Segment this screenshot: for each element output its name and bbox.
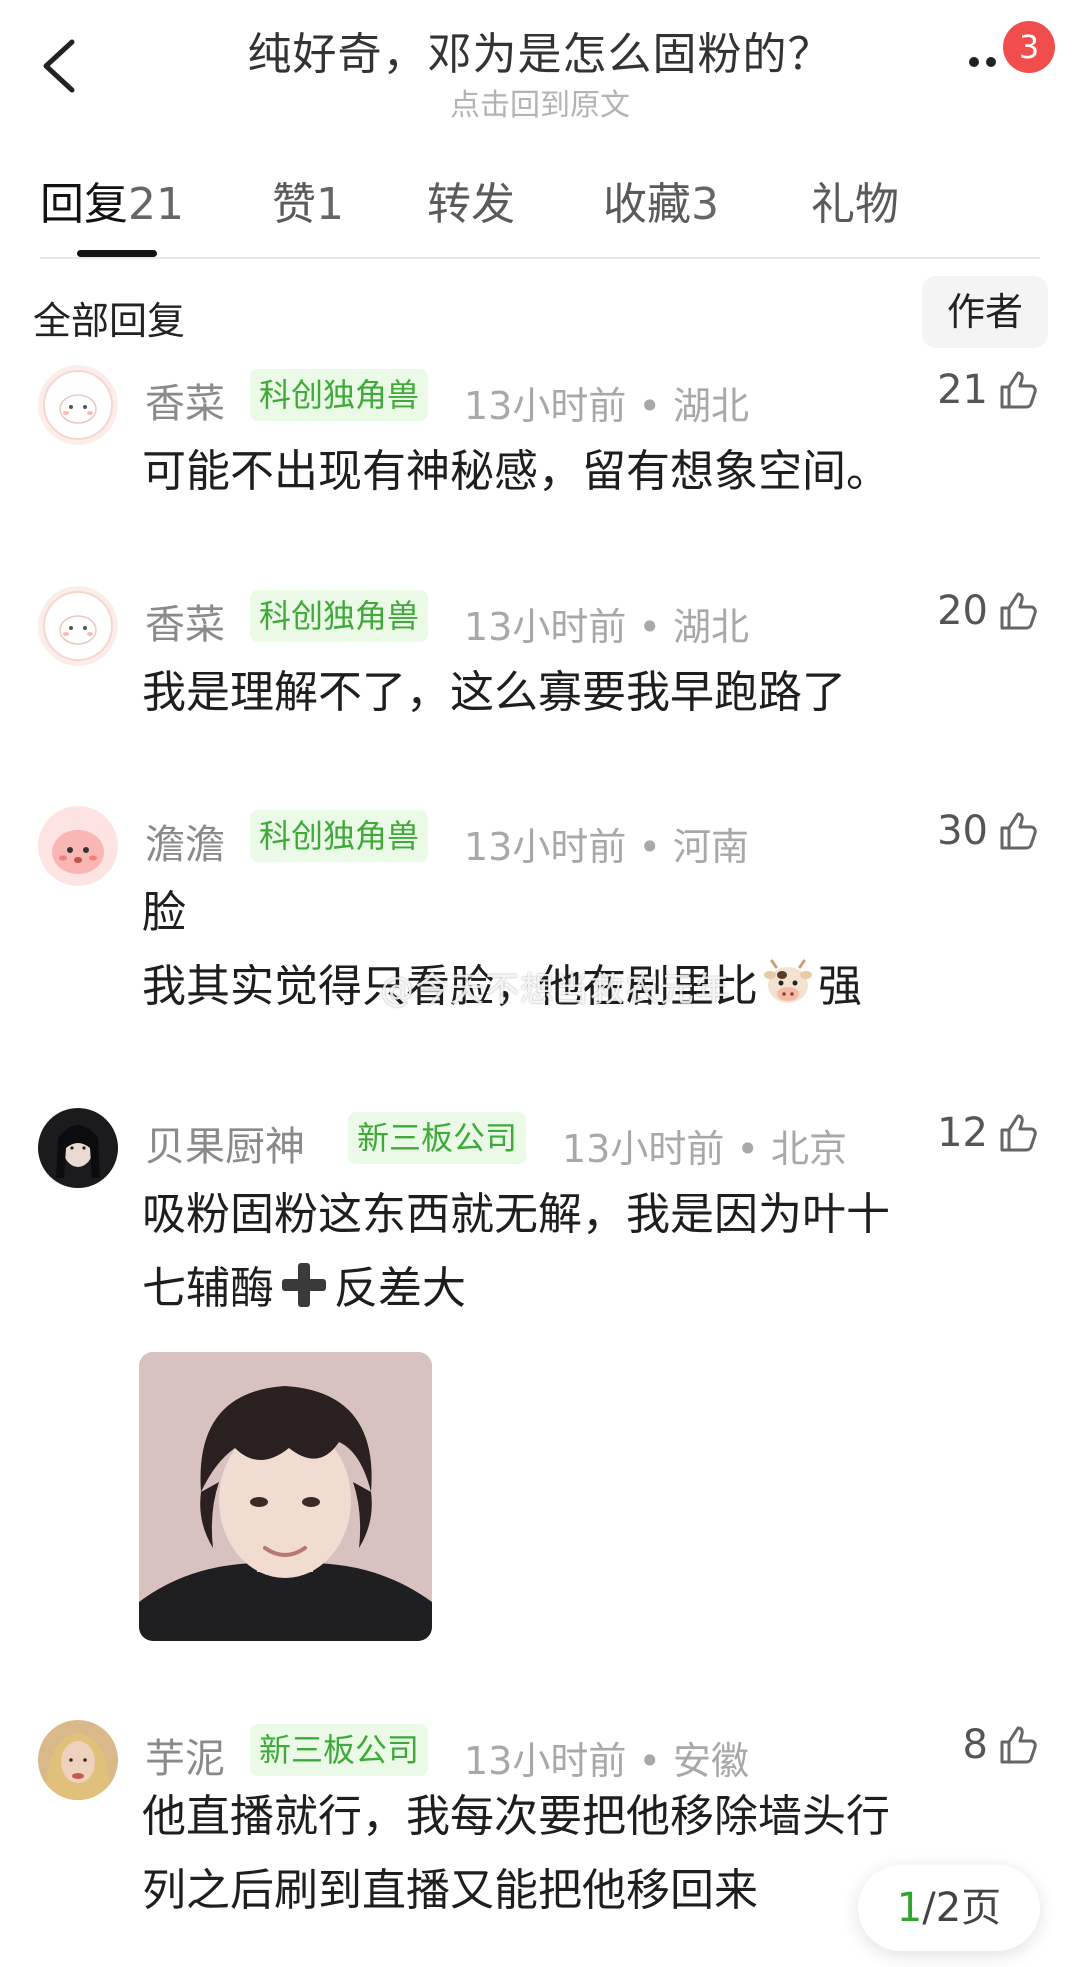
user-level-badge: 科创独角兽 <box>250 369 429 421</box>
comment-line: 强 <box>818 961 862 1012</box>
top-bar: 纯好奇，邓为是怎么固粉的？ 点击回到原文 3 <box>0 0 1080 130</box>
tab-divider <box>40 257 1040 259</box>
like-count: 12 <box>937 1110 988 1156</box>
avatar[interactable] <box>38 586 118 666</box>
comment-line: 我是理解不了，这么寡要我早跑路了 <box>142 667 846 718</box>
comment-attached-photo[interactable] <box>139 1352 432 1641</box>
page-indicator-button[interactable]: 1/2页 <box>858 1865 1040 1951</box>
comment-line: 反差大 <box>334 1263 466 1314</box>
like-button[interactable]: 8 <box>963 1720 1040 1770</box>
thumbs-up-icon <box>1000 1726 1037 1764</box>
like-button[interactable]: 21 <box>937 365 1040 415</box>
tab-reposts[interactable]: 转发 <box>427 168 515 232</box>
tab-count: 3 <box>691 179 719 230</box>
like-button[interactable]: 12 <box>937 1108 1040 1158</box>
comment-time: 13小时前 <box>464 1739 627 1783</box>
comment-time: 13小时前 <box>464 384 627 428</box>
tab-replies[interactable]: 回复21 <box>40 168 184 232</box>
username[interactable]: 香菜 <box>145 371 225 429</box>
avatar[interactable] <box>38 365 118 445</box>
user-level-badge: 新三板公司 <box>250 1724 429 1776</box>
comment-line: 脸 <box>142 887 186 938</box>
comment-line: 七辅酶 <box>142 1263 274 1314</box>
user-level-badge: 科创独角兽 <box>250 810 429 862</box>
username[interactable]: 贝果厨神 <box>145 1114 305 1172</box>
comment-location: 湖北 <box>672 605 749 649</box>
comment-time: 13小时前 <box>562 1127 725 1171</box>
comment-meta: 13小时前 • 河南 <box>464 825 749 869</box>
tab-label: 赞 <box>272 179 316 230</box>
comment-location: 湖北 <box>672 384 749 428</box>
comment-time: 13小时前 <box>464 605 627 649</box>
tab-count: 21 <box>128 179 184 230</box>
avatar[interactable] <box>38 1720 118 1800</box>
like-count: 30 <box>937 808 988 854</box>
comment-meta: 13小时前 • 湖北 <box>464 605 749 649</box>
tab-gifts[interactable]: 礼物 <box>811 168 899 232</box>
comment-text: 吸粉固粉这东西就无解，我是因为叶十 七辅酶 反差大 <box>142 1178 1022 1326</box>
comment-location: 安徽 <box>672 1739 749 1783</box>
comment-meta: 13小时前 • 北京 <box>562 1127 847 1171</box>
avatar[interactable] <box>38 1108 118 1188</box>
total-pages: /2页 <box>922 1885 1002 1931</box>
tab-favorites[interactable]: 收藏3 <box>603 168 719 232</box>
back-to-post-link[interactable]: 点击回到原文 <box>0 80 1080 124</box>
notification-badge: 3 <box>1003 21 1055 73</box>
tab-label: 礼物 <box>811 179 899 230</box>
plus-emoji <box>282 1263 326 1307</box>
thumbs-up-icon <box>1000 592 1037 630</box>
comment-text: 我是理解不了，这么寡要我早跑路了 <box>142 656 1022 730</box>
comment-line: 可能不出现有神秘感，留有想象空间。 <box>142 446 890 497</box>
comment-line-with-emoji: 七辅酶 反差大 <box>142 1252 1022 1326</box>
tab-label: 收藏 <box>603 179 691 230</box>
avatar[interactable] <box>38 806 118 886</box>
username[interactable]: 芋泥 <box>145 1726 225 1784</box>
comment-line: 吸粉固粉这东西就无解，我是因为叶十 <box>142 1189 890 1240</box>
like-count: 8 <box>962 1722 988 1768</box>
comment-text: 可能不出现有神秘感，留有想象空间。 <box>142 435 1022 509</box>
comment-meta: 13小时前 • 湖北 <box>464 384 749 428</box>
comment-location: 河南 <box>672 825 749 869</box>
comment-meta: 13小时前 • 安徽 <box>464 1739 749 1783</box>
tab-label: 回复 <box>40 179 128 230</box>
active-tab-indicator <box>77 250 157 257</box>
username[interactable]: 澹澹 <box>145 812 225 870</box>
like-count: 21 <box>937 367 988 413</box>
post-title[interactable]: 纯好奇，邓为是怎么固粉的？ <box>0 18 1080 82</box>
tab-count: 1 <box>316 179 344 230</box>
watermark-text: @今天不想当救农元年 <box>380 970 730 1010</box>
user-level-badge: 新三板公司 <box>348 1112 527 1164</box>
username[interactable]: 香菜 <box>145 592 225 650</box>
current-page: 1 <box>896 1885 923 1931</box>
like-button[interactable]: 20 <box>937 586 1040 636</box>
cow-face-emoji <box>764 959 812 1003</box>
all-replies-heading: 全部回复 <box>33 299 186 343</box>
like-button[interactable]: 30 <box>937 806 1040 856</box>
thumbs-up-icon <box>1000 812 1037 850</box>
thumbs-up-icon <box>1000 1114 1037 1152</box>
author-filter-button[interactable]: 作者 <box>922 276 1048 348</box>
comment-line: 他直播就行，我每次要把他移除墙头行 <box>142 1791 890 1842</box>
user-level-badge: 科创独角兽 <box>250 590 429 642</box>
tab-likes[interactable]: 赞1 <box>272 168 344 232</box>
like-count: 20 <box>937 588 988 634</box>
interaction-tabs: 回复21 赞1 转发 收藏3 礼物 <box>40 168 1040 258</box>
comment-location: 北京 <box>770 1127 847 1171</box>
comment-time: 13小时前 <box>464 825 627 869</box>
thumbs-up-icon <box>1000 371 1037 409</box>
tab-label: 转发 <box>427 179 515 230</box>
